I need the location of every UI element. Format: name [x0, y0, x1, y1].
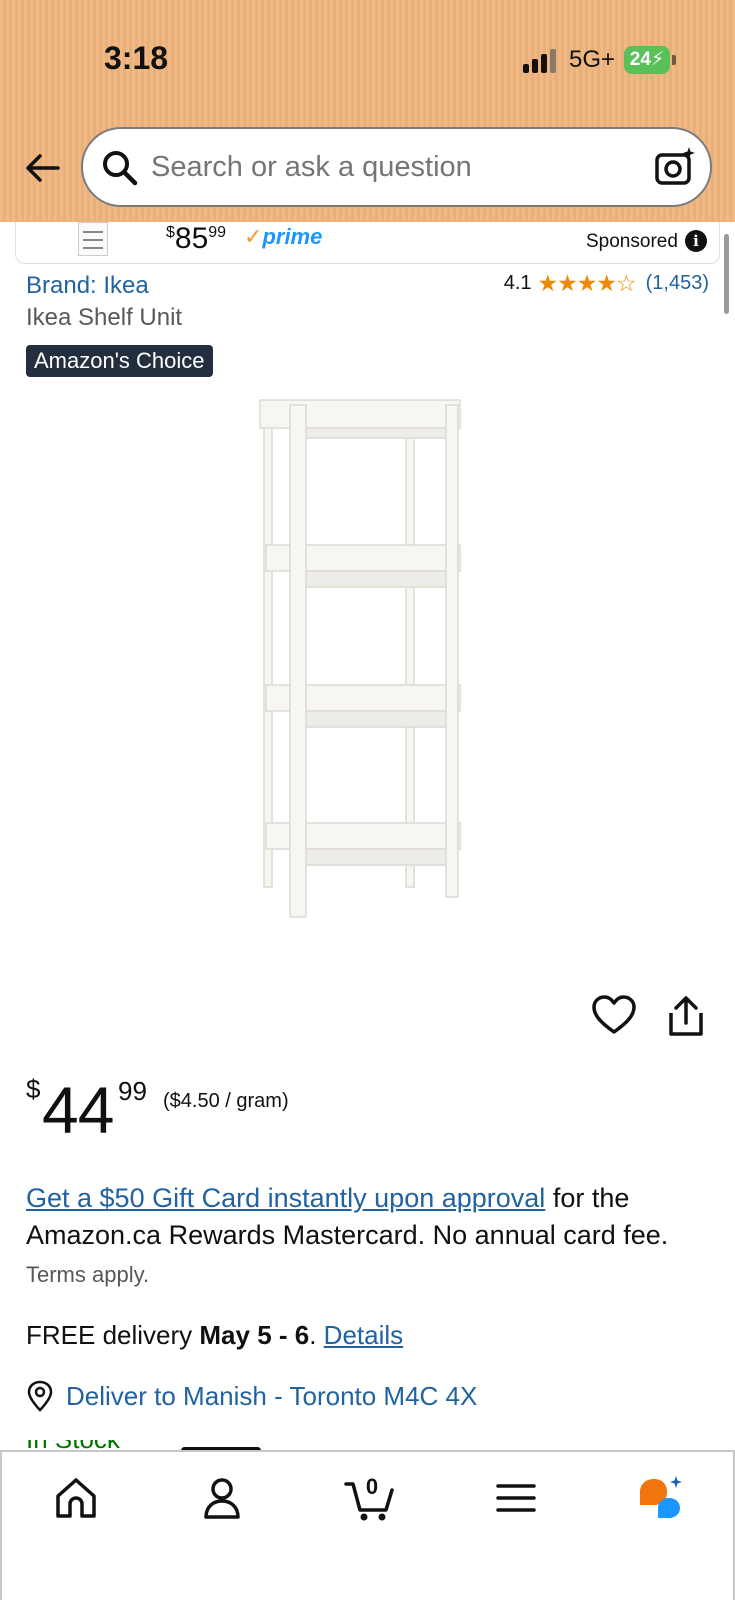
delivery-prefix: FREE delivery: [26, 1320, 200, 1350]
sponsored-price: $8599: [166, 222, 226, 256]
search-bar[interactable]: [81, 127, 712, 207]
battery-tip: [672, 55, 676, 65]
cart-icon[interactable]: 0: [344, 1474, 396, 1522]
network-label: 5G+: [569, 46, 616, 73]
brand-link[interactable]: Brand: Ikea: [26, 272, 149, 300]
cart-count: 0: [366, 1474, 378, 1499]
rating-value: 4.1: [503, 272, 532, 294]
amazons-choice-badge: Amazon's Choice: [26, 345, 213, 377]
camera-search-icon[interactable]: [653, 145, 697, 189]
stock-status-peek: In Stock: [26, 1440, 146, 1450]
delivery-info: FREE delivery May 5 - 6. Details: [26, 1320, 403, 1351]
wishlist-heart-icon[interactable]: [592, 995, 636, 1035]
rufus-assistant-icon[interactable]: [636, 1474, 684, 1522]
unit-price: ($4.50 / gram): [163, 1090, 289, 1112]
bottom-nav: 0: [0, 1450, 735, 1600]
sponsored-price-whole: 85: [174, 222, 209, 255]
price-fraction: 99: [118, 1076, 147, 1106]
price-currency: $: [26, 1074, 41, 1104]
sponsored-currency: $: [166, 224, 175, 241]
sponsored-product-strip[interactable]: $8599 ✓prime Sponsored i: [15, 222, 720, 264]
header: 3:18 5G+ 24⚡: [0, 0, 735, 222]
scroll-indicator: [724, 234, 729, 314]
account-icon[interactable]: [198, 1474, 246, 1522]
credit-card-promo: Get a $50 Gift Card instantly upon appro…: [26, 1180, 716, 1254]
gift-card-promo-link[interactable]: Get a $50 Gift Card instantly upon appro…: [26, 1183, 545, 1213]
prime-check-icon: ✓: [244, 224, 263, 249]
signal-icon: [523, 49, 557, 73]
price-whole: 44: [42, 1073, 114, 1147]
menu-icon[interactable]: [492, 1474, 540, 1522]
review-count-link[interactable]: (1,453): [646, 272, 709, 295]
back-arrow-icon[interactable]: [22, 148, 62, 188]
deliver-to-link[interactable]: Deliver to Manish - Toronto M4C 4X: [66, 1381, 477, 1412]
search-icon: [103, 151, 138, 186]
location-pin-icon: [27, 1380, 53, 1412]
share-icon[interactable]: [666, 995, 706, 1037]
battery-level: 24: [629, 49, 651, 70]
sponsored-price-fraction: 99: [208, 224, 227, 241]
sponsored-thumbnail[interactable]: [78, 222, 108, 256]
delivery-sep: .: [309, 1320, 324, 1350]
sponsored-label: Sponsored: [586, 231, 678, 252]
product-title: Ikea Shelf Unit: [26, 304, 183, 331]
rating-summary[interactable]: 4.1 ★★★★☆ (1,453): [504, 270, 709, 297]
home-icon[interactable]: [52, 1474, 100, 1522]
delivery-dates: May 5 - 6: [199, 1320, 310, 1350]
prime-label: prime: [262, 224, 323, 249]
status-time: 3:18: [104, 40, 169, 76]
star-rating-icon: ★★★★☆: [537, 270, 637, 296]
product-image[interactable]: [250, 395, 480, 940]
prime-badge: ✓prime: [244, 224, 322, 250]
battery-icon: 24⚡: [624, 46, 670, 74]
stock-status: In Stock: [26, 1440, 146, 1450]
search-input[interactable]: [151, 151, 631, 184]
terms-note: Terms apply.: [26, 1262, 150, 1287]
delivery-details-link[interactable]: Details: [324, 1320, 403, 1350]
info-icon[interactable]: i: [685, 230, 707, 252]
